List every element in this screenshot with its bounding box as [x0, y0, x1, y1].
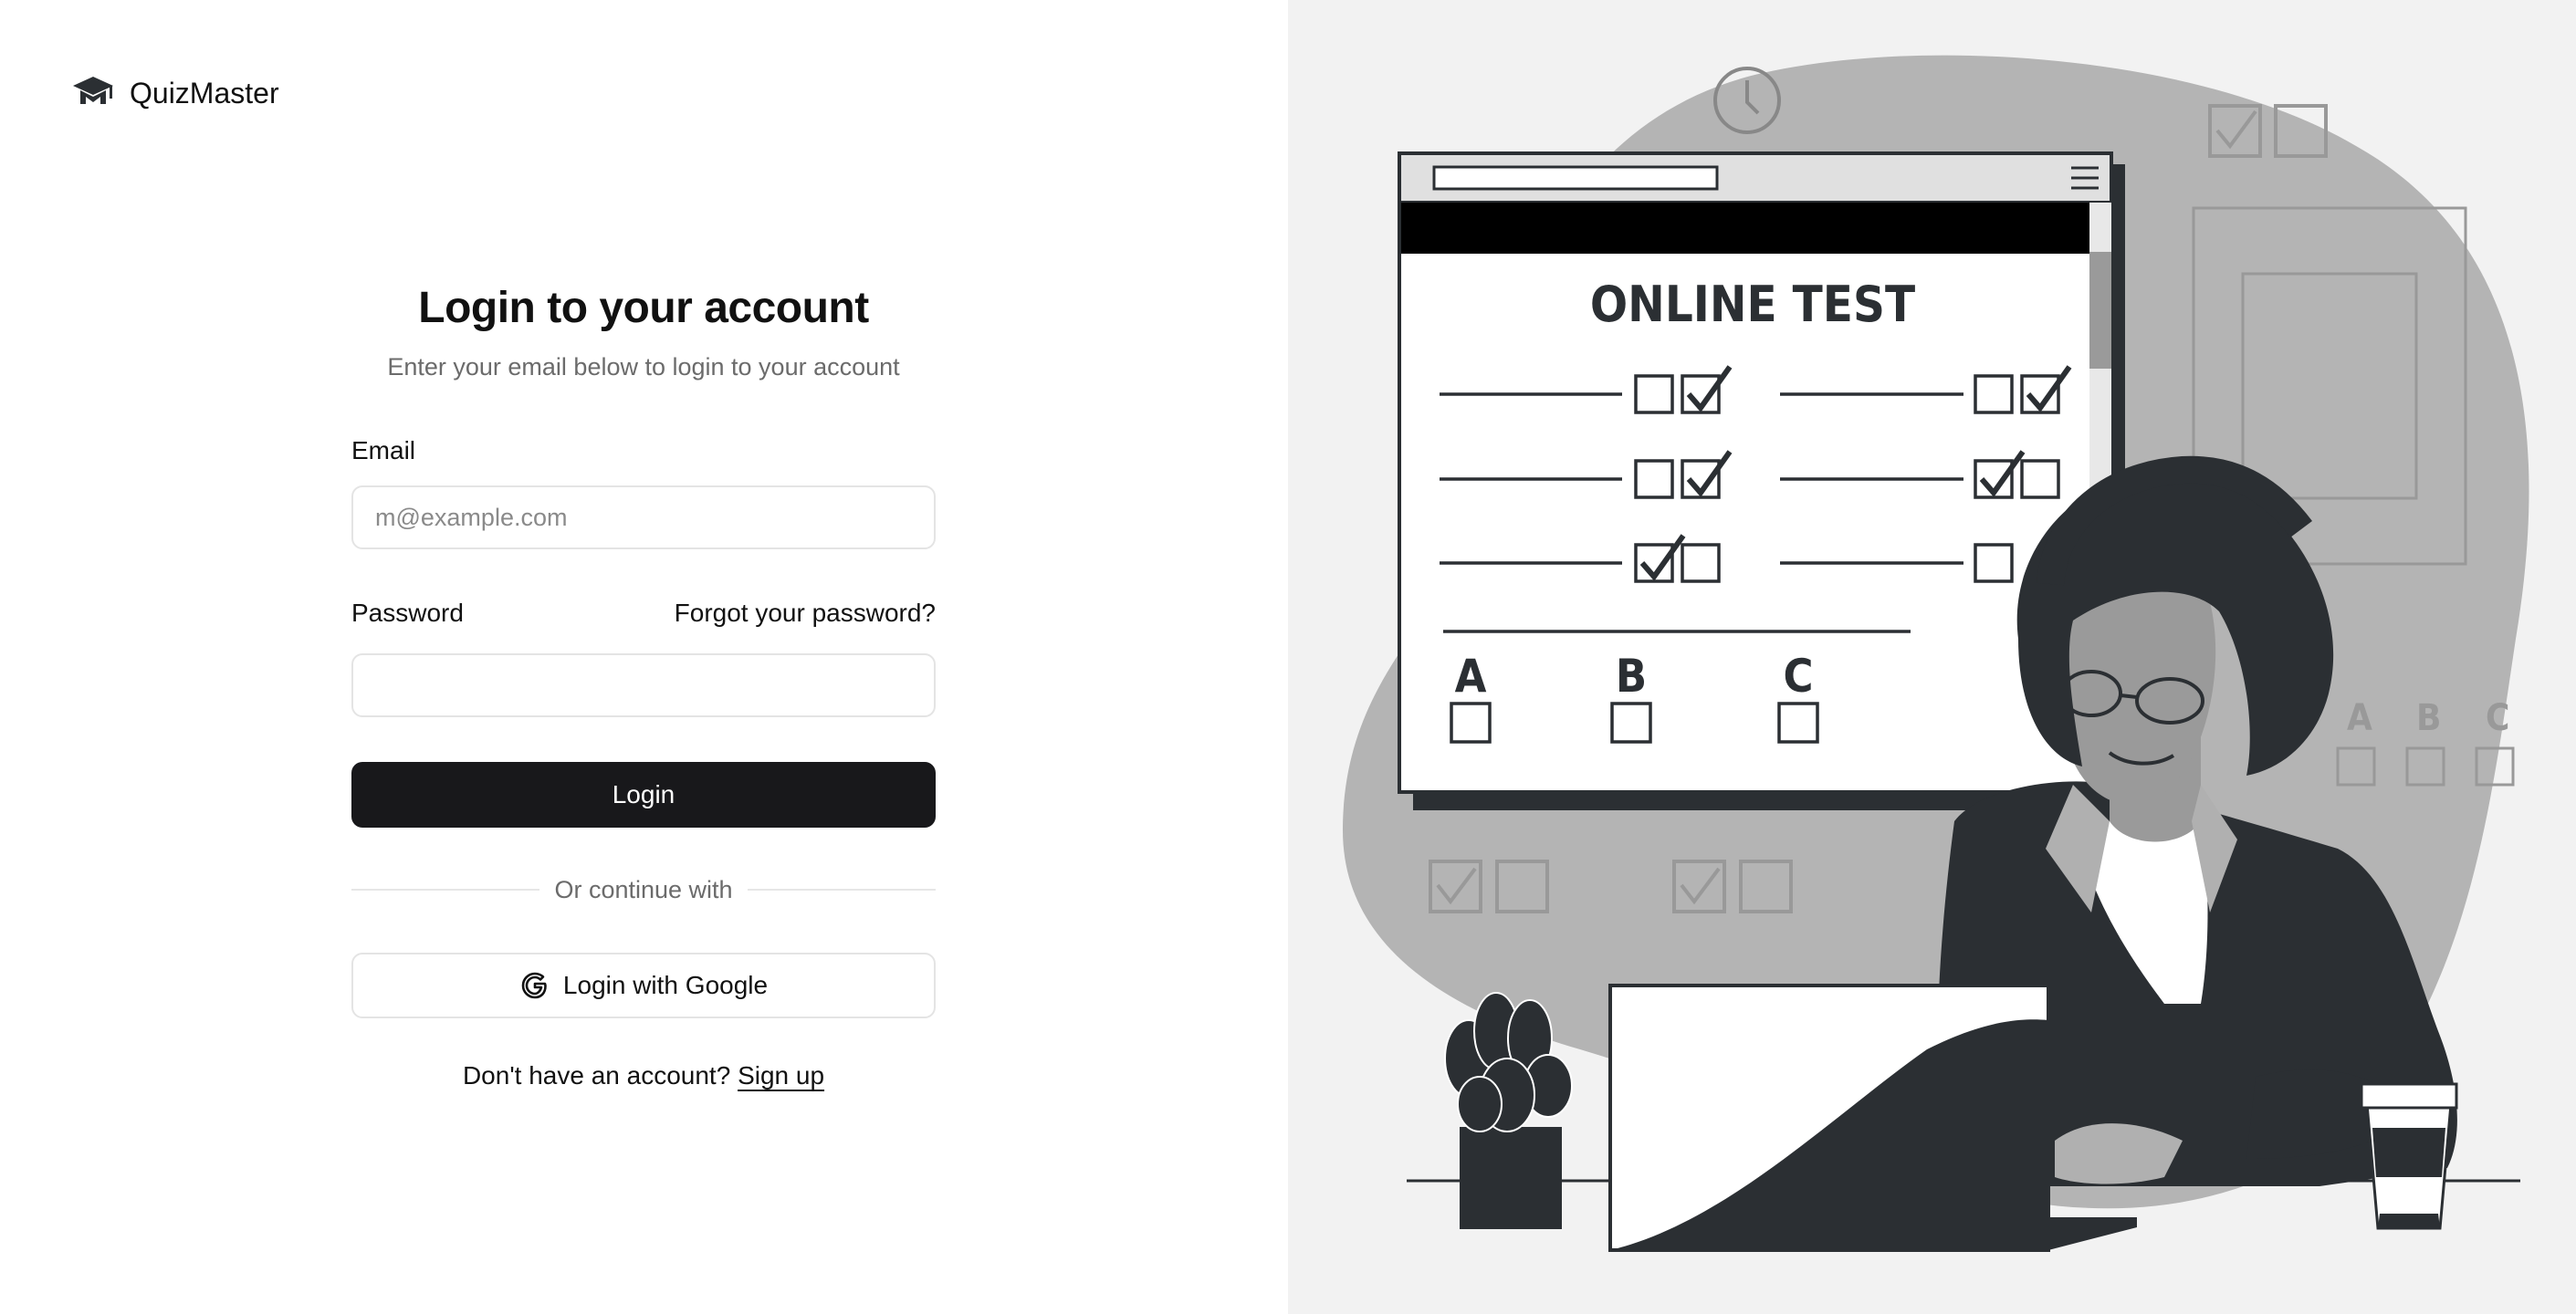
forgot-password-link[interactable]: Forgot your password? — [675, 599, 936, 628]
password-row: Password Forgot your password? — [351, 599, 936, 628]
svg-text:C: C — [1783, 650, 1813, 703]
svg-text:A: A — [1455, 650, 1487, 703]
password-field[interactable] — [351, 653, 936, 717]
email-label: Email — [351, 436, 416, 464]
page-title: Login to your account — [418, 284, 869, 332]
signup-prompt: Don't have an account? — [462, 1061, 731, 1090]
online-test-illustration: A B C ONLINE TEST A B C — [1343, 55, 2529, 1252]
signup-row: Don't have an account? Sign up — [351, 1061, 936, 1090]
svg-text:B: B — [2416, 697, 2441, 739]
login-form: Login to your account Enter your email b… — [351, 283, 936, 1090]
brand-name: QuizMaster — [130, 76, 279, 110]
screen-title: ONLINE TEST — [1590, 276, 1915, 333]
page-subtitle: Enter your email below to login to your … — [387, 353, 900, 381]
login-button[interactable]: Login — [351, 762, 936, 828]
svg-text:B: B — [1616, 650, 1647, 703]
login-panel: QuizMaster Login to your account Enter y… — [0, 0, 1288, 1314]
coffee-cup — [2360, 1082, 2458, 1230]
svg-text:A: A — [2347, 697, 2372, 739]
signup-link[interactable]: Sign up — [738, 1061, 824, 1090]
divider-line-left — [351, 889, 540, 891]
divider-text: Or continue with — [554, 875, 733, 903]
email-field[interactable] — [351, 485, 936, 549]
illustration-panel: A B C ONLINE TEST A B C — [1288, 0, 2576, 1314]
side-choices: A B C — [2347, 697, 2509, 739]
google-icon — [521, 972, 547, 999]
google-button-label: Login with Google — [562, 971, 769, 999]
password-label: Password — [351, 599, 464, 627]
browser-window: ONLINE TEST A B C — [1398, 151, 2125, 810]
divider-line-right — [747, 889, 936, 891]
svg-text:C: C — [2486, 697, 2509, 739]
brand[interactable]: QuizMaster — [71, 75, 279, 111]
google-login-button[interactable]: Login with Google — [351, 953, 936, 1018]
divider: Or continue with — [351, 874, 936, 905]
graduation-cap-icon — [73, 77, 113, 104]
